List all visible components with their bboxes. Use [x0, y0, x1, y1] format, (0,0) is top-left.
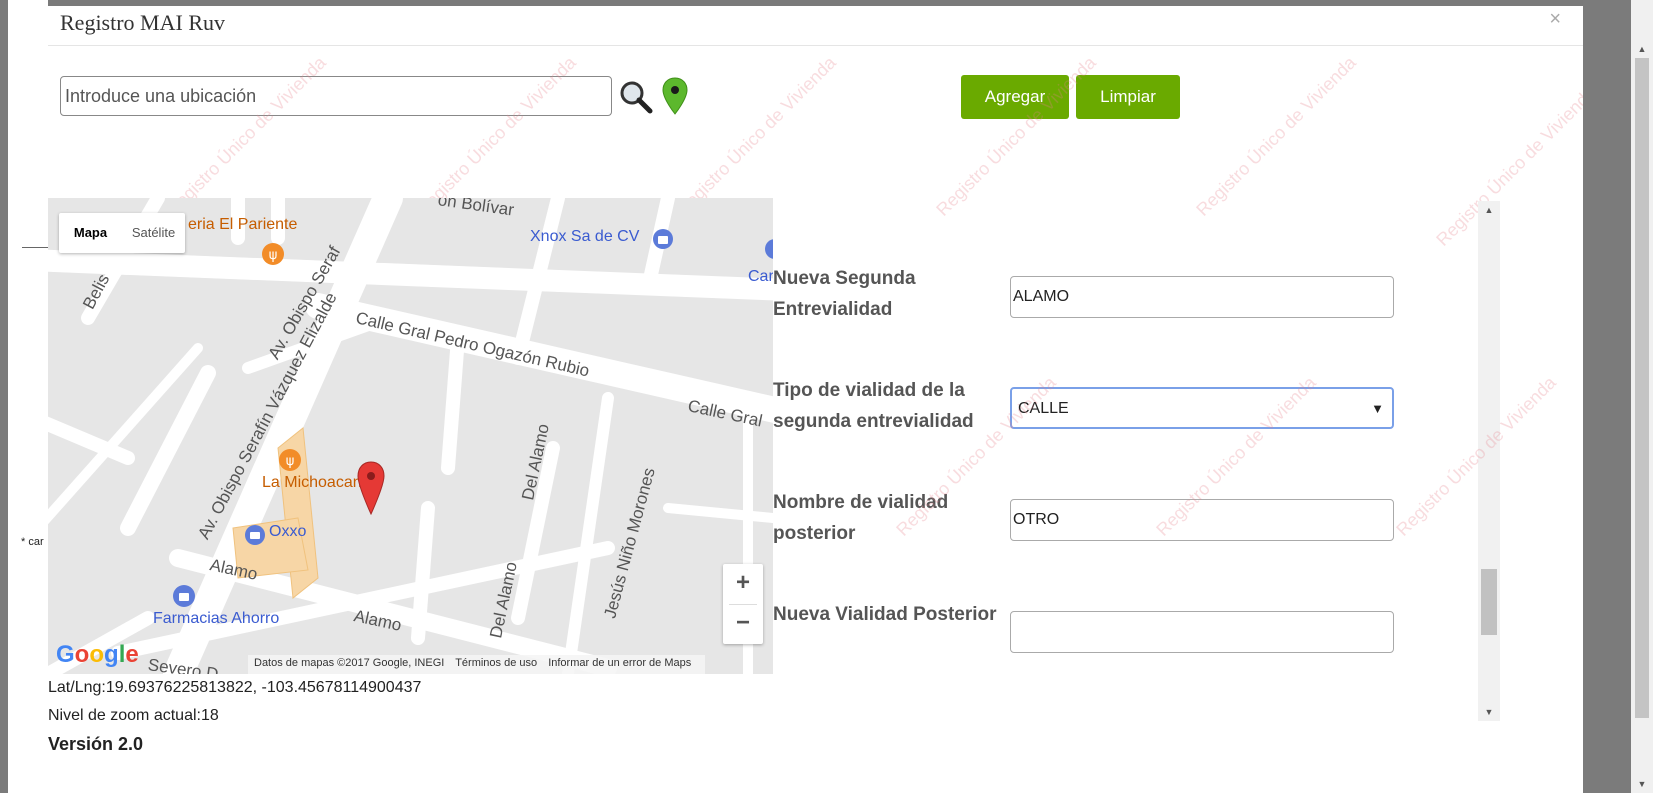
required-note: * car: [21, 536, 44, 548]
restaurant-icon[interactable]: ψ: [278, 448, 302, 472]
location-pin-icon[interactable]: [660, 76, 690, 118]
field-label: Nueva Vialidad Posterior: [773, 604, 997, 625]
nueva-vialidad-posterior-input[interactable]: [1010, 611, 1394, 653]
map-terms-link[interactable]: Términos de uso: [455, 657, 537, 669]
page-scroll-down-icon[interactable]: ▼: [1631, 775, 1653, 793]
nombre-vialidad-posterior-input[interactable]: OTRO: [1010, 499, 1394, 541]
backdrop-strip: [0, 0, 8, 793]
scroll-thumb[interactable]: [1481, 569, 1497, 635]
svg-text:ψ: ψ: [269, 248, 278, 263]
select-value: CALLE: [1018, 400, 1069, 417]
version-label: Versión 2.0: [48, 734, 144, 754]
clear-button[interactable]: Limpiar: [1076, 75, 1180, 119]
partial-field-label: Entrevialidad: [773, 201, 1003, 210]
page-scroll-up-icon[interactable]: ▲: [1631, 40, 1653, 58]
watermark: Registro Único de Vivienda: [672, 52, 840, 220]
map-view[interactable]: Mapa Satélite eria El Pariente ψ Xnox Sa…: [48, 198, 773, 674]
watermark: Registro Único de Vivienda: [1192, 52, 1360, 220]
search-icon[interactable]: [618, 79, 654, 115]
close-icon[interactable]: ×: [1549, 8, 1561, 31]
zoom-control: + −: [723, 564, 763, 644]
zoom-out-button[interactable]: −: [723, 604, 763, 644]
poi-label: Oxxo: [269, 523, 307, 540]
google-logo: Google: [56, 641, 139, 668]
zoom-readout: Nivel de zoom actual:18: [48, 707, 219, 724]
modal-header: Registro MAI Ruv ×: [48, 6, 1583, 46]
poi-label: Car: [748, 268, 773, 285]
map-marker-icon[interactable]: [356, 460, 386, 516]
registro-modal: Registro MAI Ruv × Agregar Limpiar Regis…: [48, 6, 1583, 793]
location-search-input[interactable]: [60, 76, 612, 116]
field-label: Nombre de vialidad posterior: [773, 492, 949, 544]
shop-icon[interactable]: [172, 584, 196, 608]
field-label: Tipo de vialidad de la segunda entrevial…: [773, 380, 974, 432]
shop-icon[interactable]: [244, 524, 266, 546]
form-scroll-panel[interactable]: Entrevialidad Nueva Segunda Entrevialida…: [773, 201, 1498, 721]
zoom-in-button[interactable]: +: [723, 564, 763, 604]
map-report-link[interactable]: Informar de un error de Maps: [548, 657, 691, 669]
shop-icon[interactable]: [652, 228, 674, 250]
form-scrollbar[interactable]: ▲ ▼: [1478, 201, 1500, 721]
scroll-down-icon[interactable]: ▼: [1478, 703, 1500, 721]
modal-title: Registro MAI Ruv: [60, 10, 225, 35]
svg-text:ψ: ψ: [286, 454, 295, 469]
page-backdrop: * car: [0, 0, 48, 793]
chevron-down-icon: ▼: [1371, 401, 1384, 416]
nueva-segunda-entrevialidad-input[interactable]: ALAMO: [1010, 276, 1394, 318]
restaurant-icon[interactable]: ψ: [261, 242, 285, 266]
map-type-map[interactable]: Mapa: [59, 213, 122, 253]
page-scroll-thumb[interactable]: [1635, 58, 1649, 718]
field-label: Nueva Segunda Entrevialidad: [773, 268, 916, 320]
map-type-toggle: Mapa Satélite: [59, 213, 185, 253]
latlng-readout: Lat/Lng:19.69376225813822, -103.45678114…: [48, 679, 422, 696]
poi-label: eria El Pariente: [188, 216, 298, 233]
shop-icon[interactable]: [764, 238, 773, 260]
poi-label: La Michoacana: [262, 474, 371, 491]
poi-label: Farmacias Ahorro: [153, 610, 280, 627]
add-button[interactable]: Agregar: [961, 75, 1069, 119]
map-roads: [48, 198, 773, 674]
map-data-credit: Datos de mapas ©2017 Google, INEGI: [254, 657, 445, 669]
modal-overlay-right: [1583, 0, 1631, 793]
scroll-up-icon[interactable]: ▲: [1478, 201, 1500, 219]
map-type-satellite[interactable]: Satélite: [122, 213, 185, 253]
backdrop-divider: [22, 247, 48, 248]
tipo-vialidad-select[interactable]: CALLE ▼: [1010, 387, 1394, 429]
poi-label: Xnox Sa de CV: [530, 228, 640, 245]
page-scrollbar[interactable]: ▲ ▼: [1631, 0, 1653, 793]
map-attribution: Datos de mapas ©2017 Google, INEGI Térmi…: [248, 655, 706, 674]
